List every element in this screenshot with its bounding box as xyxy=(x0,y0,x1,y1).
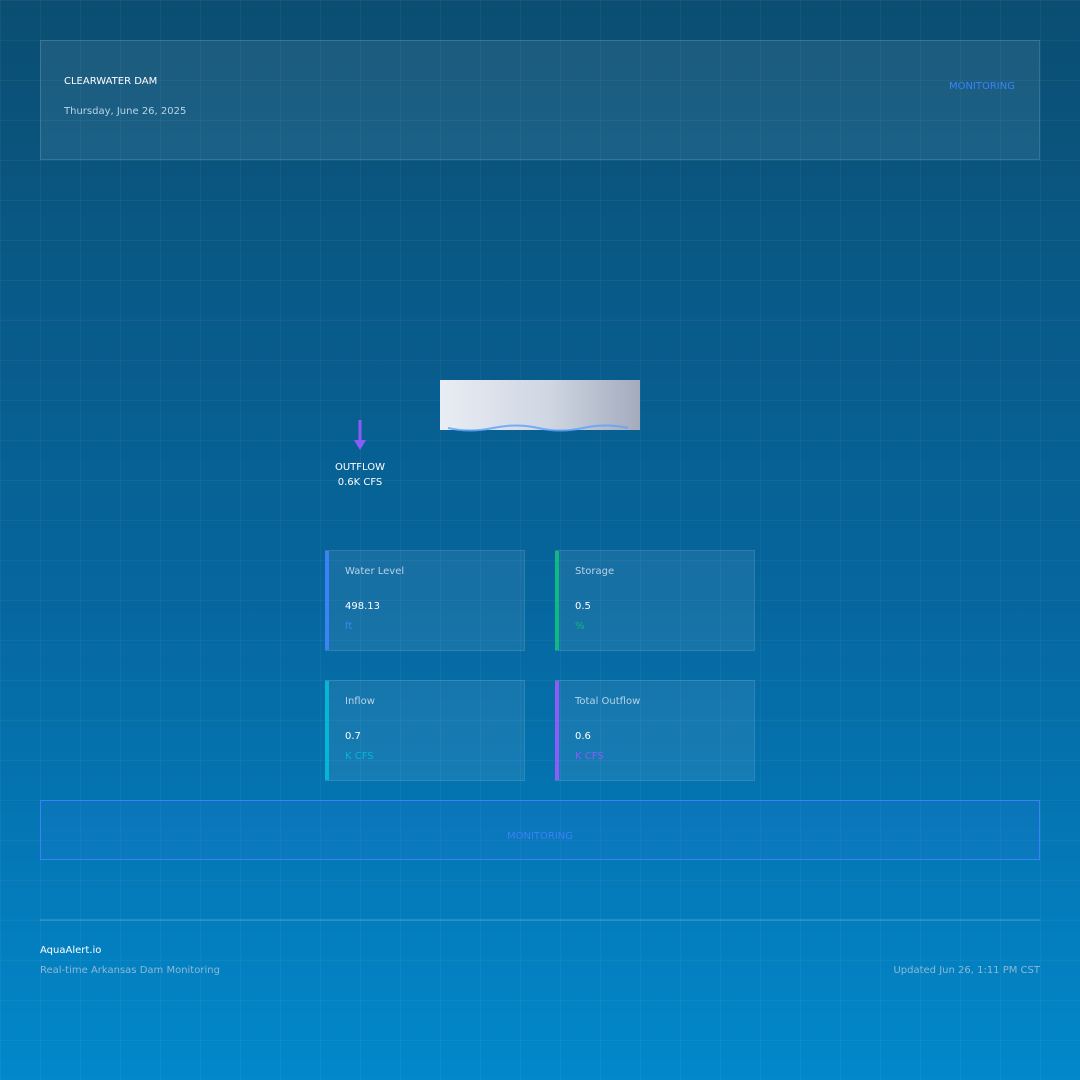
metric-label: Storage xyxy=(575,566,615,577)
metric-unit: K CFS xyxy=(345,751,374,762)
card-accent xyxy=(555,551,559,650)
updated-timestamp: Updated Jun 26, 1:11 PM CST xyxy=(893,965,1040,976)
metric-value: 0.7 xyxy=(345,731,361,742)
footer-tagline: Real-time Arkansas Dam Monitoring xyxy=(40,965,220,976)
down-arrow-icon xyxy=(354,420,366,450)
dam-header: CLEARWATER DAM Thursday, June 26, 2025 M… xyxy=(40,40,1040,160)
card-accent xyxy=(325,681,329,780)
footer-divider xyxy=(40,919,1040,921)
metric-label: Inflow xyxy=(345,696,375,707)
status-badge: MONITORING xyxy=(948,81,1015,92)
dam-illustration xyxy=(440,380,640,430)
card-accent xyxy=(555,681,559,780)
metric-value: 0.6 xyxy=(575,731,591,742)
metric-unit: % xyxy=(575,621,585,632)
outflow-label: OUTFLOW xyxy=(334,462,386,473)
background-grid xyxy=(0,0,1080,1080)
outflow-indicator: OUTFLOW 0.6K CFS xyxy=(310,460,410,490)
status-bar-text: MONITORING xyxy=(506,831,574,842)
metric-label: Water Level xyxy=(345,566,405,577)
metric-card-inflow: Inflow 0.7 K CFS xyxy=(325,680,525,781)
outflow-value: 0.6K CFS xyxy=(337,477,383,488)
metric-unit: K CFS xyxy=(575,751,604,762)
metric-unit: ft xyxy=(345,621,353,632)
metric-value: 498.13 xyxy=(345,601,380,612)
date-text: Thursday, June 26, 2025 xyxy=(64,106,187,117)
dam-name: CLEARWATER DAM xyxy=(64,76,158,87)
water-wave xyxy=(448,424,628,432)
metric-card-total-outflow: Total Outflow 0.6 K CFS xyxy=(555,680,755,781)
metric-card-storage: Storage 0.5 % xyxy=(555,550,755,651)
metric-label: Total Outflow xyxy=(575,696,641,707)
card-accent xyxy=(325,551,329,650)
status-bar: MONITORING xyxy=(40,800,1040,860)
metric-value: 0.5 xyxy=(575,601,591,612)
brand-name: AquaAlert.io xyxy=(40,945,102,956)
metric-card-water-level: Water Level 498.13 ft xyxy=(325,550,525,651)
